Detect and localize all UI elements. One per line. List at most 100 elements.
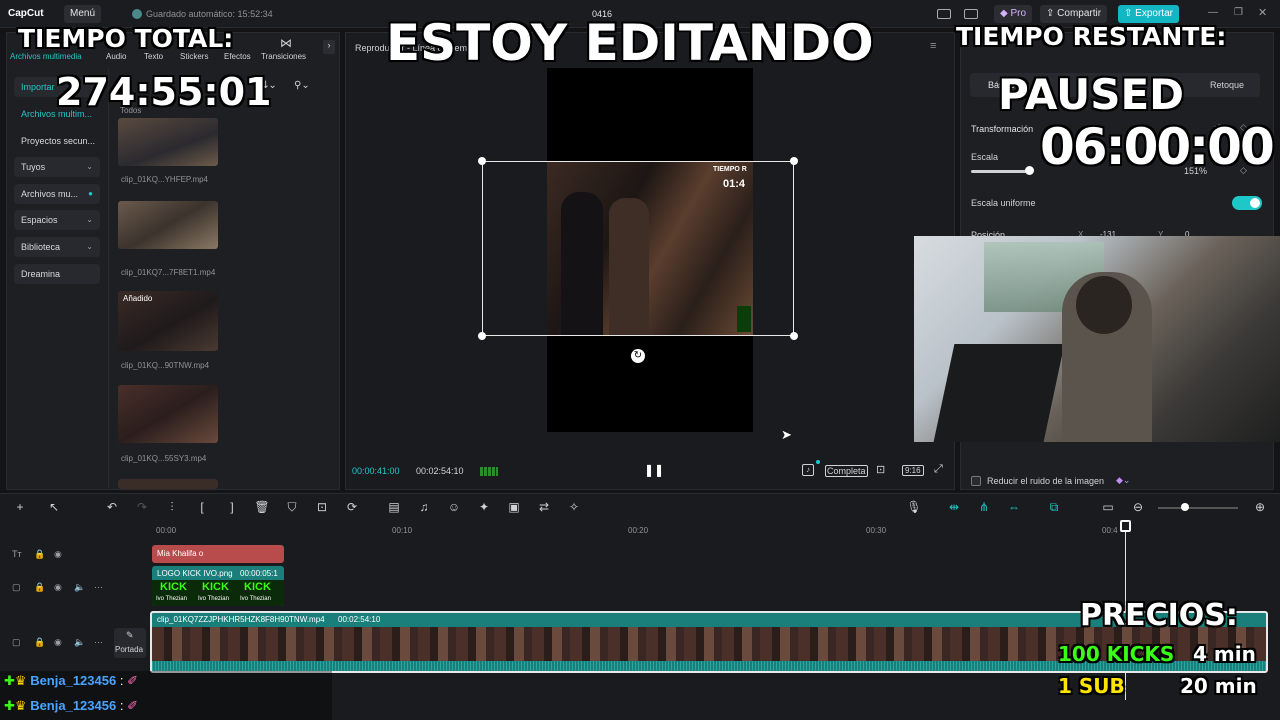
ai-icon[interactable]: ✧ (566, 499, 582, 515)
zoom-out-icon[interactable]: ⊖ (1130, 499, 1146, 515)
lock-icon[interactable]: 🔒 (34, 582, 45, 593)
undo-icon[interactable]: ↶ (104, 499, 120, 515)
media-thumbnail[interactable] (118, 385, 218, 443)
zoom-slider[interactable] (1158, 507, 1238, 509)
mask-icon[interactable]: ⛉ (284, 499, 300, 515)
trim-left-icon[interactable]: [ (194, 499, 210, 515)
eye-icon[interactable]: ◉ (54, 637, 62, 648)
chevron-down-icon: ⌄ (86, 215, 93, 224)
layout-icon[interactable] (937, 9, 951, 19)
select-tool-icon[interactable]: ↖ (46, 499, 62, 515)
timecode-grid-icon[interactable] (480, 467, 498, 476)
export-button[interactable]: ⇧ Exportar (1118, 5, 1179, 23)
ratio-button[interactable]: 9:16 (902, 465, 924, 476)
audio-track-icon[interactable]: 🔈 (74, 582, 85, 593)
sidebar-item-files[interactable]: Archivos mu... ● (14, 184, 100, 204)
scale-slider-handle[interactable] (1025, 166, 1034, 175)
add-track-icon[interactable]: + (12, 499, 28, 515)
magic-icon[interactable]: ✦ (476, 499, 492, 515)
tab-effects[interactable]: Efectos (224, 52, 251, 61)
tab-media[interactable]: Archivos multimedia (10, 52, 82, 61)
close-icon[interactable]: ✕ (1258, 6, 1267, 19)
delete-icon[interactable]: 🗑 (254, 499, 270, 515)
sidebar-item-dreamina[interactable]: Dreamina (14, 264, 100, 284)
rotate-icon[interactable]: ↻ (631, 349, 645, 363)
shortcuts-icon[interactable] (964, 9, 978, 19)
pro-button[interactable]: ◆ Pro (994, 5, 1033, 23)
total-time: 00:02:54:10 (416, 466, 464, 476)
fullscreen-icon[interactable]: ⤢ (934, 463, 943, 476)
speed-icon[interactable]: ⟳ (344, 499, 360, 515)
resize-handle[interactable] (790, 332, 798, 340)
transitions-icon: ⋈ (280, 36, 292, 50)
scale-slider-fill[interactable] (971, 170, 1029, 173)
tab-audio[interactable]: Audio (106, 52, 126, 61)
chevron-down-icon: ⌄ (86, 162, 93, 171)
replace-icon[interactable]: ⇄ (536, 499, 552, 515)
menu-button[interactable]: Menú (64, 5, 102, 23)
magnet-icon[interactable]: ⋔ (976, 499, 992, 515)
tiktok-icon[interactable]: ♪ (802, 464, 814, 476)
audio-track-icon[interactable]: 🔈 (74, 637, 85, 648)
minimize-icon[interactable]: — (1208, 7, 1218, 18)
webcam-laptop (933, 344, 1065, 442)
audio-icon[interactable]: ♫ (416, 499, 432, 515)
screenshot-icon[interactable]: ⊡ (876, 463, 885, 476)
resize-handle[interactable] (478, 332, 486, 340)
split-icon[interactable]: ⫶ (164, 499, 180, 515)
layout-edit-icon[interactable]: ▤ (386, 499, 402, 515)
zoom-slider-handle[interactable] (1181, 503, 1189, 511)
tab-transitions[interactable]: Transiciones (261, 52, 306, 61)
sidebar-item-yours[interactable]: Tuyos ⌄ (14, 157, 100, 177)
person-icon[interactable]: ☺ (446, 499, 462, 515)
more-icon[interactable]: ⋯ (94, 582, 103, 593)
redo-icon[interactable]: ↷ (134, 499, 150, 515)
logo-clip[interactable]: LOGO KICK IVO.png 00:00:05:1 KICK KICK K… (152, 566, 284, 606)
overlay-track-icon: ▢ (12, 582, 21, 592)
zoom-in-icon[interactable]: ⊕ (1252, 499, 1268, 515)
hd-icon[interactable]: ▣ (506, 499, 522, 515)
preview-axis-icon[interactable]: ⧉ (1046, 499, 1062, 515)
sidebar-item-library[interactable]: Biblioteca ⌄ (14, 237, 100, 257)
pro-badge-icon: ◆⌄ (1116, 475, 1131, 485)
filter-icon[interactable]: ⚲⌄ (294, 80, 310, 91)
text-clip[interactable]: Mia Khalifa o (152, 545, 284, 563)
player-menu-icon[interactable]: ≡ (930, 40, 936, 52)
eye-icon[interactable]: ◉ (54, 582, 62, 593)
eye-icon[interactable]: ◉ (54, 549, 62, 560)
tabs-next-icon[interactable]: › (323, 40, 335, 54)
media-thumbnail[interactable] (118, 118, 218, 166)
snap-icon[interactable]: ⇔ (1006, 499, 1022, 515)
link-icon[interactable]: ⇹ (946, 499, 962, 515)
resize-handle[interactable] (478, 157, 486, 165)
screen-icon[interactable]: ▭ (1100, 499, 1116, 515)
tab-stickers[interactable]: Stickers (180, 52, 208, 61)
selection-box[interactable] (482, 161, 794, 336)
crop-icon[interactable]: ⊡ (314, 499, 330, 515)
maximize-icon[interactable]: ❐ (1234, 7, 1243, 18)
media-thumbnail[interactable]: Añadido (118, 291, 218, 351)
cover-label: Portada (115, 645, 144, 654)
resize-handle[interactable] (790, 157, 798, 165)
lock-icon[interactable]: 🔒 (34, 549, 45, 560)
emote-icon: ✐ (127, 673, 138, 688)
uniform-scale-toggle[interactable] (1232, 196, 1262, 210)
cover-button[interactable]: ✎ Portada (114, 628, 146, 658)
price-value-sub: 20 min (1180, 674, 1257, 698)
playhead-handle[interactable] (1120, 520, 1131, 532)
full-quality-button[interactable]: Completa (825, 465, 868, 477)
sidebar-item-spaces[interactable]: Espacios ⌄ (14, 210, 100, 230)
sidebar-item-projects[interactable]: Proyectos secun... (21, 136, 95, 146)
mic-icon[interactable]: 🎙 (906, 499, 922, 515)
lock-icon[interactable]: 🔒 (34, 637, 45, 648)
noise-checkbox[interactable] (971, 476, 981, 486)
tab-text[interactable]: Texto (144, 52, 163, 61)
media-thumbnail[interactable] (118, 201, 218, 249)
trim-right-icon[interactable]: ] (224, 499, 240, 515)
media-thumbnail[interactable] (118, 479, 218, 489)
pause-icon[interactable]: ❚❚ (644, 463, 664, 477)
more-icon[interactable]: ⋯ (94, 637, 103, 648)
tab-retouch[interactable]: Retoque (1210, 80, 1244, 90)
sync-icon: ● (88, 189, 93, 198)
share-button[interactable]: ⇪ Compartir (1040, 5, 1108, 23)
